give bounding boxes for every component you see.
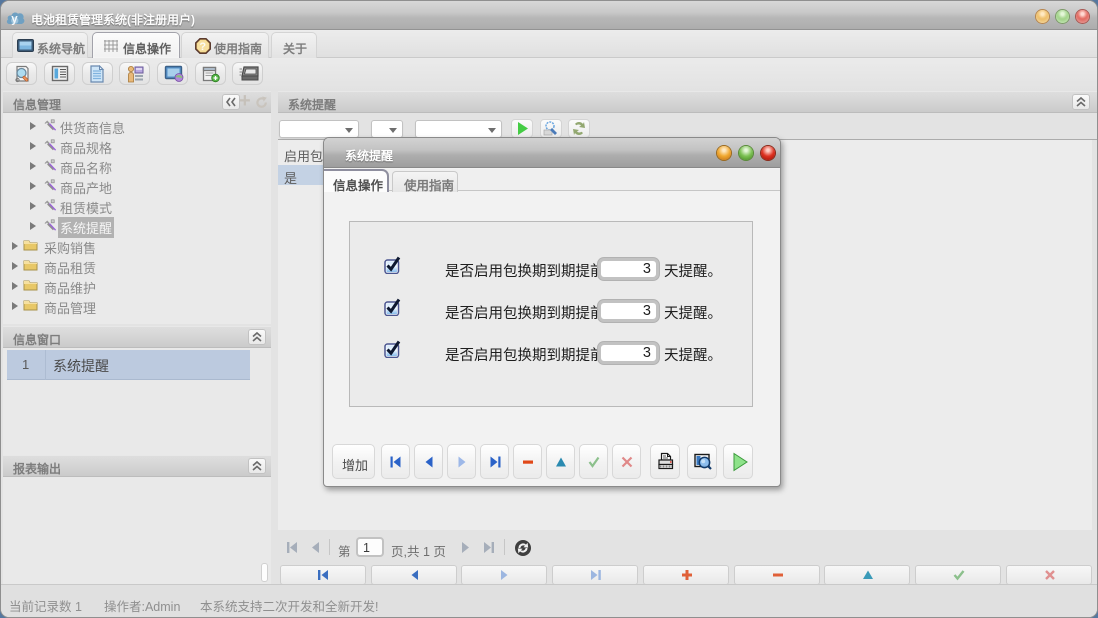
svg-text:y: y xyxy=(11,14,18,26)
svg-text:?: ? xyxy=(199,41,206,53)
